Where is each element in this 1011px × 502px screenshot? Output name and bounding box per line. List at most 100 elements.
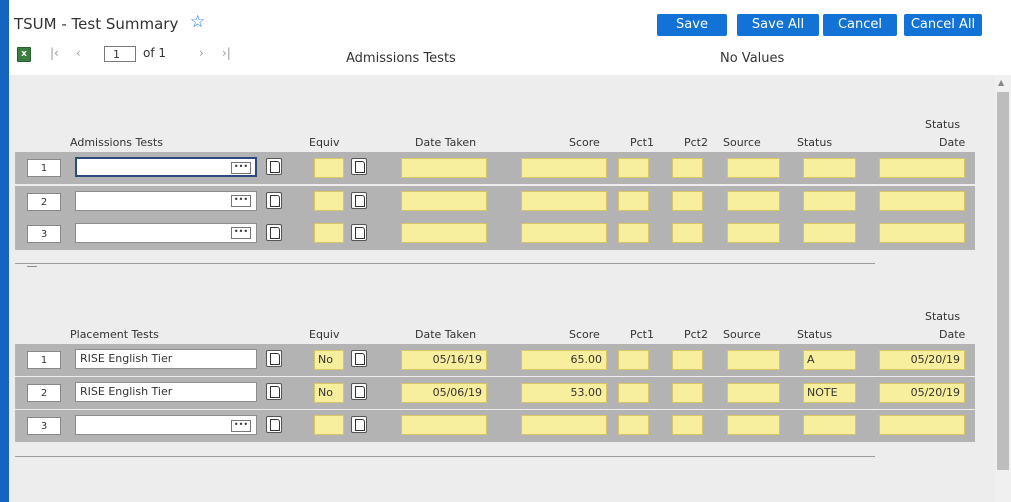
date-taken-field[interactable] [401, 191, 487, 211]
pct2-field[interactable] [672, 350, 703, 370]
pct2-field[interactable] [672, 415, 703, 435]
scrollbar-thumb[interactable] [997, 92, 1009, 470]
document-icon[interactable] [266, 158, 282, 175]
cancel-all-button[interactable]: Cancel All [904, 14, 982, 36]
document-icon[interactable] [351, 416, 367, 433]
status-date-field[interactable] [879, 191, 965, 211]
score-field[interactable] [521, 191, 607, 211]
col-header-status-date-top: Status [925, 310, 961, 323]
document-icon[interactable] [266, 224, 282, 241]
status-field[interactable]: NOTE [803, 383, 856, 403]
source-field[interactable] [727, 223, 780, 243]
document-icon[interactable] [351, 383, 367, 400]
status-date-field[interactable]: 05/20/19 [879, 383, 965, 403]
date-taken-field[interactable]: 05/16/19 [401, 350, 487, 370]
equiv-field[interactable] [314, 191, 344, 211]
placement-test-input[interactable]: RISE English Tier [75, 349, 257, 369]
cancel-button[interactable]: Cancel [823, 14, 897, 36]
scroll-up-icon[interactable]: ▲ [998, 78, 1004, 87]
ellipsis-icon[interactable]: ••• [231, 227, 251, 239]
page-count-label: of 1 [143, 46, 167, 60]
document-icon[interactable] [266, 383, 282, 400]
status-date-field[interactable] [879, 158, 965, 178]
col-header-status-date-top: Status [925, 118, 961, 131]
col-header-source: Source [723, 136, 761, 149]
document-icon[interactable] [351, 224, 367, 241]
pct1-field[interactable] [618, 158, 649, 178]
equiv-field[interactable] [314, 415, 344, 435]
save-all-button[interactable]: Save All [737, 14, 819, 36]
ellipsis-icon[interactable]: ••• [231, 195, 251, 207]
document-icon[interactable] [351, 192, 367, 209]
pct2-field[interactable] [672, 191, 703, 211]
score-field[interactable] [521, 223, 607, 243]
ellipsis-icon[interactable]: ••• [231, 420, 251, 432]
prev-page-icon[interactable]: ‹ [76, 46, 81, 60]
admissions-test-input[interactable] [75, 223, 257, 243]
source-field[interactable] [727, 383, 780, 403]
col-header-pct2: Pct2 [684, 328, 708, 341]
placement-test-input[interactable] [75, 415, 257, 435]
col-header-score: Score [569, 328, 600, 341]
status-date-field[interactable]: 05/20/19 [879, 350, 965, 370]
equiv-field[interactable] [314, 158, 344, 178]
col-header-placement-tests: Placement Tests [70, 328, 159, 341]
document-icon[interactable] [266, 192, 282, 209]
date-taken-field[interactable] [401, 223, 487, 243]
source-field[interactable] [727, 350, 780, 370]
values-status: No Values [720, 51, 785, 66]
pct1-field[interactable] [618, 191, 649, 211]
section-divider [15, 263, 875, 264]
date-taken-field[interactable] [401, 158, 487, 178]
status-field[interactable] [803, 191, 856, 211]
source-field[interactable] [727, 415, 780, 435]
source-field[interactable] [727, 158, 780, 178]
section-title: Admissions Tests [346, 51, 456, 66]
col-header-pct1: Pct1 [630, 328, 654, 341]
status-date-field[interactable] [879, 415, 965, 435]
score-field[interactable]: 53.00 [521, 383, 607, 403]
score-field[interactable]: 65.00 [521, 350, 607, 370]
document-icon[interactable] [351, 158, 367, 175]
equiv-field[interactable]: No [314, 350, 344, 370]
col-header-source: Source [723, 328, 761, 341]
equiv-field[interactable] [314, 223, 344, 243]
score-field[interactable] [521, 415, 607, 435]
pct1-field[interactable] [618, 223, 649, 243]
star-icon[interactable]: ☆ [190, 12, 205, 32]
source-field[interactable] [727, 191, 780, 211]
status-date-field[interactable] [879, 223, 965, 243]
admissions-test-input[interactable] [75, 157, 257, 177]
document-icon[interactable] [351, 350, 367, 367]
first-page-icon[interactable]: |‹ [50, 46, 59, 60]
pct2-field[interactable] [672, 223, 703, 243]
status-field[interactable] [803, 158, 856, 178]
page-number-input[interactable]: 1 [104, 46, 136, 62]
equiv-field[interactable]: No [314, 383, 344, 403]
status-field[interactable]: A [803, 350, 856, 370]
row-number: 1 [27, 351, 61, 369]
pct2-field[interactable] [672, 158, 703, 178]
pct2-field[interactable] [672, 383, 703, 403]
excel-icon[interactable]: x [17, 47, 31, 62]
last-page-icon[interactable]: ›| [222, 46, 231, 60]
ellipsis-icon[interactable]: ••• [231, 162, 251, 174]
status-field[interactable] [803, 223, 856, 243]
pct1-field[interactable] [618, 415, 649, 435]
score-field[interactable] [521, 158, 607, 178]
status-field[interactable] [803, 415, 856, 435]
pct1-field[interactable] [618, 383, 649, 403]
date-taken-field[interactable] [401, 415, 487, 435]
col-header-score: Score [569, 136, 600, 149]
save-button[interactable]: Save [657, 14, 727, 36]
document-icon[interactable] [266, 416, 282, 433]
col-header-pct1: Pct1 [630, 136, 654, 149]
col-header-date-taken: Date Taken [415, 328, 477, 341]
placement-test-input[interactable]: RISE English Tier [75, 382, 257, 402]
date-taken-field[interactable]: 05/06/19 [401, 383, 487, 403]
pct1-field[interactable] [618, 350, 649, 370]
col-header-admissions-tests: Admissions Tests [70, 136, 163, 149]
admissions-test-input[interactable] [75, 191, 257, 211]
next-page-icon[interactable]: › [199, 46, 204, 60]
document-icon[interactable] [266, 350, 282, 367]
